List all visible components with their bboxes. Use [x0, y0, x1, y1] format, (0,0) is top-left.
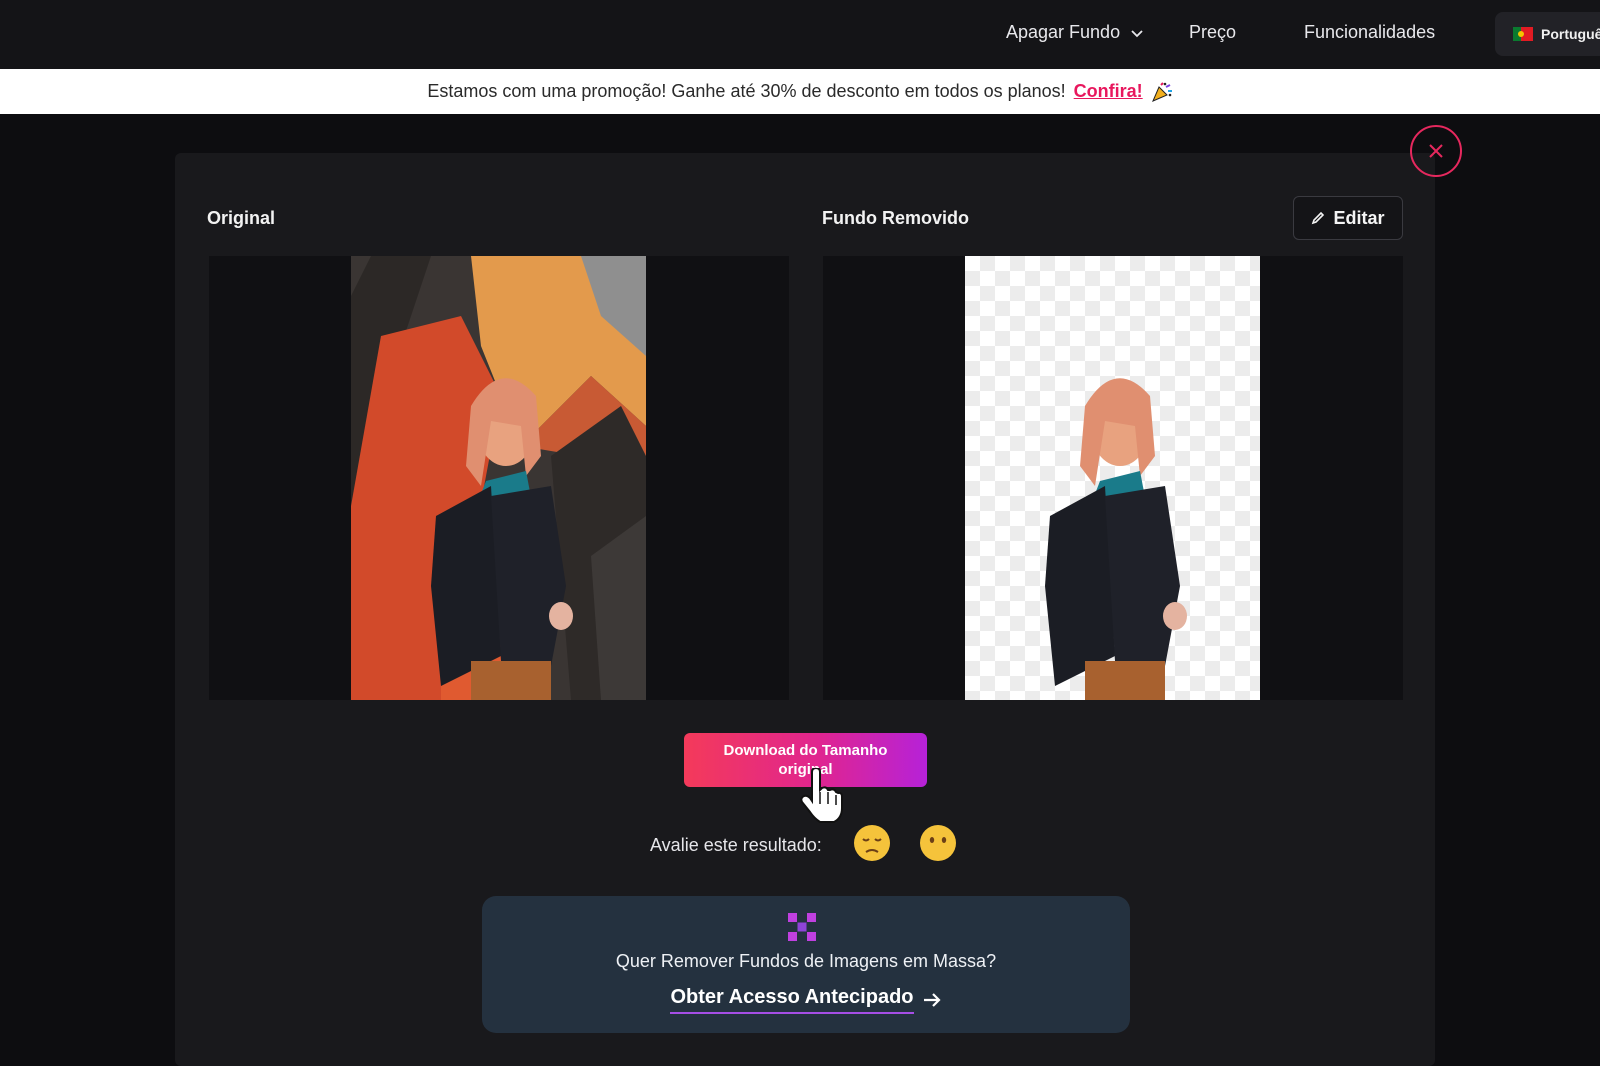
- edit-label: Editar: [1333, 207, 1385, 228]
- promo-link[interactable]: Confira!: [1074, 81, 1143, 102]
- bulk-text: Quer Remover Fundos de Imagens em Massa?: [615, 951, 997, 971]
- original-photo-graphic: [351, 256, 646, 700]
- edit-button[interactable]: Editar: [1293, 196, 1403, 240]
- promo-banner: Estamos com uma promoção! Ganhe até 30% …: [0, 69, 1600, 114]
- removed-photo: [965, 256, 1260, 700]
- close-icon: [1429, 144, 1443, 158]
- pencil-icon: [1312, 211, 1325, 225]
- nav-apagar-fundo-label: Apagar Fundo: [1006, 22, 1121, 42]
- nav-funcionalidades[interactable]: Funcionalidades: [1304, 22, 1435, 43]
- sad-face-icon[interactable]: [852, 823, 892, 863]
- removed-title: Fundo Removido: [822, 208, 969, 228]
- promo-text: Estamos com uma promoção! Ganhe até 30% …: [427, 81, 1066, 101]
- nav-preco[interactable]: Preço: [1189, 22, 1236, 43]
- removed-photo-graphic: [1045, 378, 1187, 700]
- chevron-down-icon: [1131, 29, 1143, 37]
- grid-cross-icon: [788, 913, 816, 941]
- nav-funcionalidades-label: Funcionalidades: [1304, 22, 1436, 42]
- language-selector[interactable]: Portuguê: [1495, 12, 1600, 56]
- neutral-face-icon[interactable]: [918, 823, 958, 863]
- arrow-right-icon: [923, 993, 941, 1007]
- hand-cursor-icon: [800, 768, 843, 823]
- original-title: Original: [207, 208, 276, 228]
- nav-preco-label: Preço: [1189, 22, 1237, 42]
- language-label: Portuguê: [1541, 26, 1600, 42]
- early-access-link[interactable]: Obter Acesso Antecipado: [482, 986, 1130, 1014]
- rating-label: Avalie este resultado:: [650, 835, 822, 855]
- bulk-removal-card: Quer Remover Fundos de Imagens em Massa?…: [482, 896, 1130, 1033]
- top-navbar: Apagar Fundo Preço Funcionalidades Portu…: [0, 0, 1600, 69]
- early-access-label: Obter Acesso Antecipado: [670, 986, 914, 1014]
- nav-apagar-fundo[interactable]: Apagar Fundo: [1006, 22, 1144, 43]
- party-popper-icon: [1151, 81, 1172, 102]
- close-modal-button[interactable]: [1410, 125, 1462, 177]
- portugal-flag-icon: [1513, 27, 1533, 41]
- original-photo: [351, 256, 646, 700]
